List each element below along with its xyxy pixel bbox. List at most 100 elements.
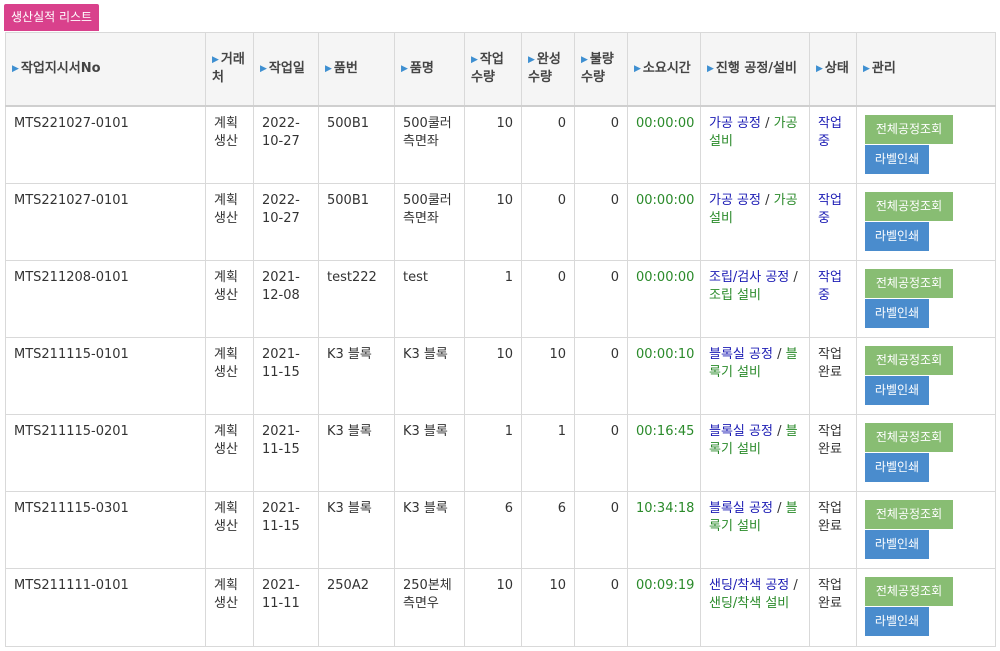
cell-manage: 전체공정조회 라벨인쇄: [856, 105, 996, 184]
cell-date: 2021-12-08: [253, 259, 319, 338]
cell-defect-qty: 0: [574, 490, 628, 569]
table-row: MTS221027-0101 계획생산 2022-10-27 500B1 500…: [5, 182, 996, 261]
process-link[interactable]: 블록실 공정: [709, 501, 773, 516]
view-all-process-button[interactable]: 전체공정조회: [865, 268, 953, 298]
sort-arrow-icon: ▶: [12, 64, 19, 74]
cell-client: 계획생산: [205, 490, 254, 569]
cell-status: 작업완료: [809, 413, 857, 492]
process-link[interactable]: 샌딩/착색 공정: [709, 578, 789, 593]
cell-work-qty: 1: [464, 259, 522, 338]
sort-arrow-icon: ▶: [528, 55, 535, 65]
print-label-button[interactable]: 라벨인쇄: [865, 452, 929, 482]
cell-order-no: MTS211111-0101: [5, 567, 206, 647]
equipment-link[interactable]: 샌딩/착색 설비: [709, 596, 789, 611]
cell-process-equipment: 샌딩/착색 공정 / 샌딩/착색 설비: [700, 567, 810, 647]
equipment-link[interactable]: 조립 설비: [709, 288, 761, 303]
print-label-button[interactable]: 라벨인쇄: [865, 529, 929, 559]
cell-work-qty: 1: [464, 413, 522, 492]
process-link[interactable]: 조립/검사 공정: [709, 270, 789, 285]
status-text: 작업완료: [818, 500, 842, 534]
col-header-manage: ▶ 관리: [856, 32, 996, 107]
view-all-process-button[interactable]: 전체공정조회: [865, 191, 953, 221]
cell-process-equipment: 조립/검사 공정 / 조립 설비: [700, 259, 810, 338]
sort-arrow-icon: ▶: [260, 64, 267, 74]
process-link[interactable]: 블록실 공정: [709, 424, 773, 439]
cell-part-name: test: [394, 259, 465, 338]
process-link[interactable]: 가공 공정: [709, 116, 761, 131]
cell-part-name: K3 블록: [394, 336, 465, 415]
view-all-process-button[interactable]: 전체공정조회: [865, 345, 953, 375]
cell-part-name: 250본체 측면우: [394, 567, 465, 647]
cell-done-qty: 0: [521, 182, 575, 261]
cell-process-equipment: 블록실 공정 / 블록기 설비: [700, 413, 810, 492]
view-all-process-button[interactable]: 전체공정조회: [865, 422, 953, 452]
view-all-process-button[interactable]: 전체공정조회: [865, 576, 953, 606]
col-header-elapsed[interactable]: ▶ 소요시간: [627, 32, 701, 107]
print-label-button[interactable]: 라벨인쇄: [865, 221, 929, 251]
col-header-process[interactable]: ▶ 진행 공정/설비: [700, 32, 810, 107]
print-label-button[interactable]: 라벨인쇄: [865, 375, 929, 405]
cell-date: 2021-11-11: [253, 567, 319, 647]
col-header-status[interactable]: ▶ 상태: [809, 32, 857, 107]
cell-done-qty: 0: [521, 105, 575, 184]
sort-arrow-icon: ▶: [634, 64, 641, 74]
cell-part-no: test222: [318, 259, 395, 338]
cell-order-no: MTS211208-0101: [5, 259, 206, 338]
cell-date: 2021-11-15: [253, 413, 319, 492]
cell-process-equipment: 블록실 공정 / 블록기 설비: [700, 490, 810, 569]
view-all-process-button[interactable]: 전체공정조회: [865, 499, 953, 529]
cell-work-qty: 10: [464, 567, 522, 647]
table-row: MTS211115-0101 계획생산 2021-11-15 K3 블록 K3 …: [5, 336, 996, 415]
col-header-done-qty[interactable]: ▶ 완성수량: [521, 32, 575, 107]
cell-status: 작업중: [809, 105, 857, 184]
print-label-button[interactable]: 라벨인쇄: [865, 145, 929, 174]
print-label-button[interactable]: 라벨인쇄: [865, 606, 929, 636]
col-header-defect-qty[interactable]: ▶ 불량수량: [574, 32, 628, 107]
cell-date: 2021-11-15: [253, 336, 319, 415]
cell-part-name: K3 블록: [394, 413, 465, 492]
cell-elapsed: 00:16:45: [627, 413, 701, 492]
col-header-work-qty[interactable]: ▶ 작업수량: [464, 32, 522, 107]
cell-status: 작업완료: [809, 567, 857, 647]
status-text: 작업중: [818, 116, 842, 149]
col-header-order-no[interactable]: ▶ 작업지시서No: [5, 32, 206, 107]
process-link[interactable]: 가공 공정: [709, 193, 761, 208]
status-text: 작업완료: [818, 423, 842, 457]
cell-done-qty: 10: [521, 336, 575, 415]
cell-elapsed: 10:34:18: [627, 490, 701, 569]
table-row: MTS211115-0301 계획생산 2021-11-15 K3 블록 K3 …: [5, 490, 996, 569]
status-text: 작업중: [818, 192, 842, 226]
cell-status: 작업중: [809, 182, 857, 261]
col-header-part-no[interactable]: ▶ 품번: [318, 32, 395, 107]
print-label-button[interactable]: 라벨인쇄: [865, 298, 929, 328]
sort-arrow-icon: ▶: [707, 64, 714, 74]
process-link[interactable]: 블록실 공정: [709, 347, 773, 362]
cell-order-no: MTS211115-0201: [5, 413, 206, 492]
table-row: MTS211115-0201 계획생산 2021-11-15 K3 블록 K3 …: [5, 413, 996, 492]
cell-elapsed: 00:00:00: [627, 182, 701, 261]
col-header-part-name[interactable]: ▶ 품명: [394, 32, 465, 107]
cell-process-equipment: 가공 공정 / 가공 설비: [700, 182, 810, 261]
table-row: MTS211111-0101 계획생산 2021-11-11 250A2 250…: [5, 567, 996, 647]
cell-client: 계획생산: [205, 336, 254, 415]
cell-elapsed: 00:09:19: [627, 567, 701, 647]
cell-client: 계획생산: [205, 182, 254, 261]
view-all-process-button[interactable]: 전체공정조회: [865, 115, 953, 144]
cell-date: 2022-10-27: [253, 105, 319, 184]
table-header-row: ▶ 작업지시서No ▶ 거래처 ▶ 작업일 ▶ 품번 ▶ 품명 ▶ 작업수량 ▶ 완성수량 ▶…: [5, 32, 996, 107]
cell-client: 계획생산: [205, 413, 254, 492]
col-header-client[interactable]: ▶ 거래처: [205, 32, 254, 107]
cell-done-qty: 10: [521, 567, 575, 647]
cell-status: 작업중: [809, 259, 857, 338]
cell-order-no: MTS211115-0301: [5, 490, 206, 569]
production-result-table: ▶ 작업지시서No ▶ 거래처 ▶ 작업일 ▶ 품번 ▶ 품명 ▶ 작업수량 ▶ 완성수량 ▶…: [5, 32, 996, 647]
cell-part-no: K3 블록: [318, 490, 395, 569]
cell-client: 계획생산: [205, 259, 254, 338]
cell-client: 계획생산: [205, 567, 254, 647]
cell-done-qty: 0: [521, 259, 575, 338]
cell-manage: 전체공정조회 라벨인쇄: [856, 567, 996, 647]
col-header-date[interactable]: ▶ 작업일: [253, 32, 319, 107]
cell-manage: 전체공정조회 라벨인쇄: [856, 413, 996, 492]
cell-part-no: K3 블록: [318, 413, 395, 492]
sort-arrow-icon: ▶: [581, 55, 588, 65]
